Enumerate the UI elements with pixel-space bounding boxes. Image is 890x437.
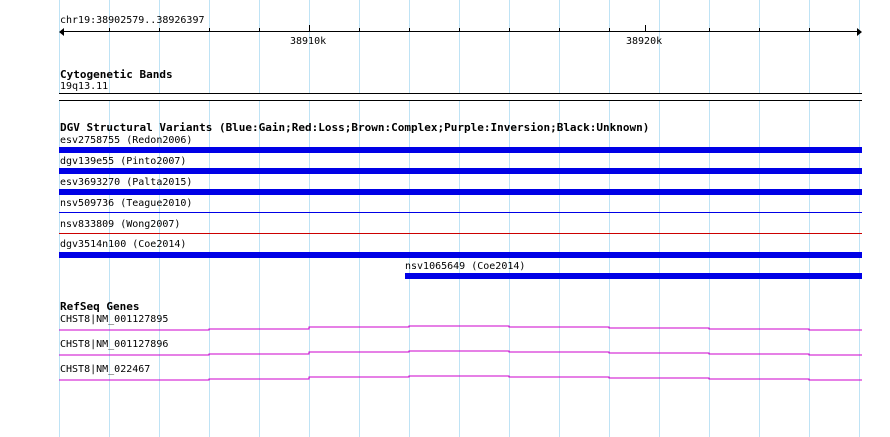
ruler-left-arrow-icon (59, 28, 64, 36)
ruler-tick-label: 38910k (290, 36, 327, 47)
ruler-tick (109, 28, 110, 32)
ruler-region-label: chr19:38902579..38926397 (60, 15, 205, 26)
ruler-tick (709, 28, 710, 32)
ruler-major-tick (309, 25, 310, 32)
variant-label: dgv139e55 (Pinto2007) (60, 156, 187, 167)
variant-bar-gain[interactable] (59, 189, 862, 195)
variant-bar-gain[interactable] (405, 273, 862, 279)
ruler-tick (209, 28, 210, 32)
ruler-tick (559, 28, 560, 32)
ruler-axis (62, 31, 860, 32)
variant-bar-gain[interactable] (59, 252, 862, 258)
ruler-major-tick (645, 25, 646, 32)
variant-bar-gain[interactable] (59, 147, 862, 153)
variant-label: nsv833809 (Wong2007) (60, 219, 181, 230)
variant-bar-gain[interactable] (59, 168, 862, 174)
gene-model[interactable] (0, 345, 890, 359)
ruler-tick (359, 28, 360, 32)
ruler-tick (159, 28, 160, 32)
ruler-tick (459, 28, 460, 32)
cytoband-bar[interactable] (59, 93, 862, 101)
refseq-track-title[interactable]: RefSeq Genes (60, 301, 139, 312)
cytoband-track-title[interactable]: Cytogenetic Bands (60, 69, 173, 80)
variant-label: esv3693270 (Palta2015) (60, 177, 193, 188)
ruler-tick-label: 38920k (626, 36, 663, 47)
variant-line-loss[interactable] (59, 233, 862, 234)
ruler-tick (259, 28, 260, 32)
variant-label: nsv509736 (Teague2010) (60, 198, 193, 209)
ruler-tick (609, 28, 610, 32)
ruler-tick (409, 28, 410, 32)
cytoband-label: 19q13.11 (60, 81, 109, 92)
ruler-tick (759, 28, 760, 32)
ruler-tick (809, 28, 810, 32)
gene-model[interactable] (0, 320, 890, 334)
dgv-track-title[interactable]: DGV Structural Variants (Blue:Gain;Red:L… (60, 122, 649, 133)
genome-browser-canvas: chr19:38902579..38926397 38910k 38920k C… (0, 0, 890, 437)
variant-label: dgv3514n100 (Coe2014) (60, 239, 187, 250)
ruler-tick (509, 28, 510, 32)
ruler-right-arrow-icon (857, 28, 862, 36)
variant-label: nsv1065649 (Coe2014) (405, 261, 526, 272)
gene-model[interactable] (0, 370, 890, 384)
variant-line-gain[interactable] (59, 212, 862, 213)
variant-label: esv2758755 (Redon2006) (60, 135, 193, 146)
